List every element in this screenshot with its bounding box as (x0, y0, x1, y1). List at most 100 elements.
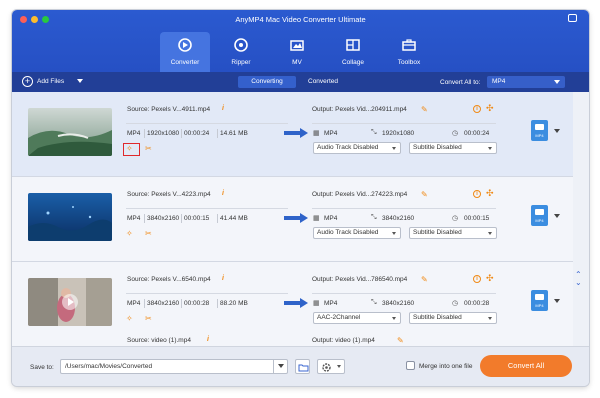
convert-arrow-icon (284, 128, 308, 138)
convert-all-button[interactable]: Convert All (480, 355, 572, 377)
save-path-select[interactable]: /Users/mac/Movies/Converted (60, 359, 288, 374)
gear-icon (322, 363, 331, 372)
subtitle-select[interactable]: Subtitle Disabled (409, 142, 497, 154)
edit-wand-icon[interactable]: ✧ (126, 314, 133, 323)
merge-label: Merge into one file (419, 363, 473, 370)
tab-converted[interactable]: Converted (296, 76, 350, 88)
source-size: 14.61 MB (220, 130, 248, 137)
video-thumbnail[interactable] (28, 193, 112, 241)
output-filename: Output: video (1).mp4 (312, 337, 375, 344)
subtitle-value: Subtitle Disabled (413, 314, 462, 321)
info-icon[interactable]: i (207, 336, 209, 343)
audio-track-value: Audio Track Disabled (317, 144, 379, 151)
file-row[interactable]: Source: video (1).mp4 i Output: video (1… (12, 336, 573, 346)
video-thumbnail[interactable] (28, 278, 112, 326)
audio-track-select[interactable]: Audio Track Disabled (313, 227, 401, 239)
move-cross-icon[interactable]: ✣ (486, 103, 494, 114)
info-icon[interactable]: i (222, 190, 224, 197)
divider (217, 299, 218, 308)
chevron-down-icon (488, 317, 492, 320)
audio-track-select[interactable]: AAC-2Channel (313, 312, 401, 324)
tab-converting[interactable]: Converting (238, 76, 296, 88)
film-icon: ▦ (313, 300, 320, 307)
merge-checkbox[interactable] (406, 361, 415, 370)
sub-toolbar: + Add Files Converting Converted Convert… (12, 72, 589, 92)
nav-ripper-label: Ripper (231, 59, 251, 66)
app-window: AnyMP4 Mac Video Converter Ultimate Conv… (12, 10, 589, 386)
subtitle-select[interactable]: Subtitle Disabled (409, 227, 497, 239)
divider (217, 214, 218, 223)
info-icon[interactable]: i (222, 105, 224, 112)
audio-track-value: Audio Track Disabled (317, 229, 379, 236)
divider (144, 129, 145, 138)
file-row[interactable]: Source: Pexels V...6540.mp4 i MP4 3840x2… (12, 262, 573, 346)
source-filename: Source: Pexels V...4911.mp4 (127, 106, 211, 113)
clock-icon: ◷ (452, 130, 459, 137)
collage-icon (346, 39, 360, 51)
convert-all-format-select[interactable]: MP4 (487, 76, 565, 88)
audio-track-select[interactable]: Audio Track Disabled (313, 142, 401, 154)
source-duration: 00:00:15 (184, 215, 210, 222)
output-resolution: 3840x2160 (382, 215, 415, 222)
convert-arrow-icon (284, 298, 308, 308)
output-info-icon[interactable]: i (473, 190, 481, 198)
scissors-icon[interactable]: ✂ (145, 314, 152, 323)
chevron-down-icon[interactable] (554, 214, 560, 218)
output-format-button[interactable]: MP4 (531, 205, 548, 226)
subtitle-value: Subtitle Disabled (413, 144, 462, 151)
edit-wand-icon[interactable]: ✧ (126, 229, 133, 238)
nav-ripper[interactable]: Ripper (216, 32, 266, 72)
chevron-down-icon (392, 317, 396, 320)
rename-pencil-icon[interactable]: ✎ (421, 105, 428, 114)
scroll-down-icon[interactable]: ⌄ (575, 278, 582, 287)
source-size: 88.20 MB (220, 300, 248, 307)
main-nav: Converter Ripper MV Collage Toolbox (12, 32, 589, 72)
scissors-icon[interactable]: ✂ (145, 229, 152, 238)
output-info-icon[interactable]: i (473, 275, 481, 283)
feedback-chat-icon[interactable] (568, 14, 577, 22)
file-row[interactable]: Source: Pexels V...4911.mp4 i MP4 1920x1… (12, 92, 573, 176)
add-files-label: Add Files (37, 78, 65, 85)
rename-pencil-icon[interactable]: ✎ (397, 336, 404, 345)
divider (217, 129, 218, 138)
output-format-button[interactable]: MP4 (531, 290, 548, 311)
nav-toolbox[interactable]: Toolbox (384, 32, 434, 72)
divider (126, 293, 288, 294)
nav-mv[interactable]: MV (272, 32, 322, 72)
source-size: 41.44 MB (220, 215, 248, 222)
output-duration: 00:00:24 (464, 130, 490, 137)
output-filename: Output: Pexels Vid...204911.mp4 (312, 106, 407, 113)
output-info-icon[interactable]: i (473, 105, 481, 113)
resize-icon: ⤡ (371, 299, 377, 306)
convert-arrow-icon (284, 213, 308, 223)
move-cross-icon[interactable]: ✣ (486, 188, 494, 199)
scissors-icon[interactable]: ✂ (145, 144, 152, 153)
app-title: AnyMP4 Mac Video Converter Ultimate (235, 15, 366, 24)
info-icon[interactable]: i (222, 275, 224, 282)
video-thumbnail[interactable] (28, 108, 112, 156)
open-folder-button[interactable] (295, 359, 310, 374)
mv-icon (290, 40, 304, 51)
source-format: MP4 (127, 300, 141, 307)
chevron-down-icon[interactable] (554, 299, 560, 303)
subtitle-select[interactable]: Subtitle Disabled (409, 312, 497, 324)
nav-toolbox-label: Toolbox (397, 59, 421, 66)
file-row[interactable]: Source: Pexels V...4223.mp4 i MP4 3840x2… (12, 177, 573, 261)
nav-converter[interactable]: Converter (160, 32, 210, 72)
output-format: MP4 (324, 215, 338, 222)
chevron-down-icon[interactable] (554, 129, 560, 133)
nav-mv-label: MV (292, 59, 302, 66)
format-badge-label: MP4 (535, 133, 544, 138)
nav-collage[interactable]: Collage (328, 32, 378, 72)
rename-pencil-icon[interactable]: ✎ (421, 190, 428, 199)
highlight-box (123, 143, 140, 156)
source-duration: 00:00:24 (184, 130, 210, 137)
chevron-down-icon[interactable] (77, 79, 83, 83)
nav-converter-label: Converter (170, 59, 200, 66)
move-cross-icon[interactable]: ✣ (486, 273, 494, 284)
settings-button[interactable] (317, 359, 345, 374)
output-format-button[interactable]: MP4 (531, 120, 548, 141)
divider (181, 129, 182, 138)
convert-all-to-label: Convert All to: (440, 79, 481, 86)
rename-pencil-icon[interactable]: ✎ (421, 275, 428, 284)
